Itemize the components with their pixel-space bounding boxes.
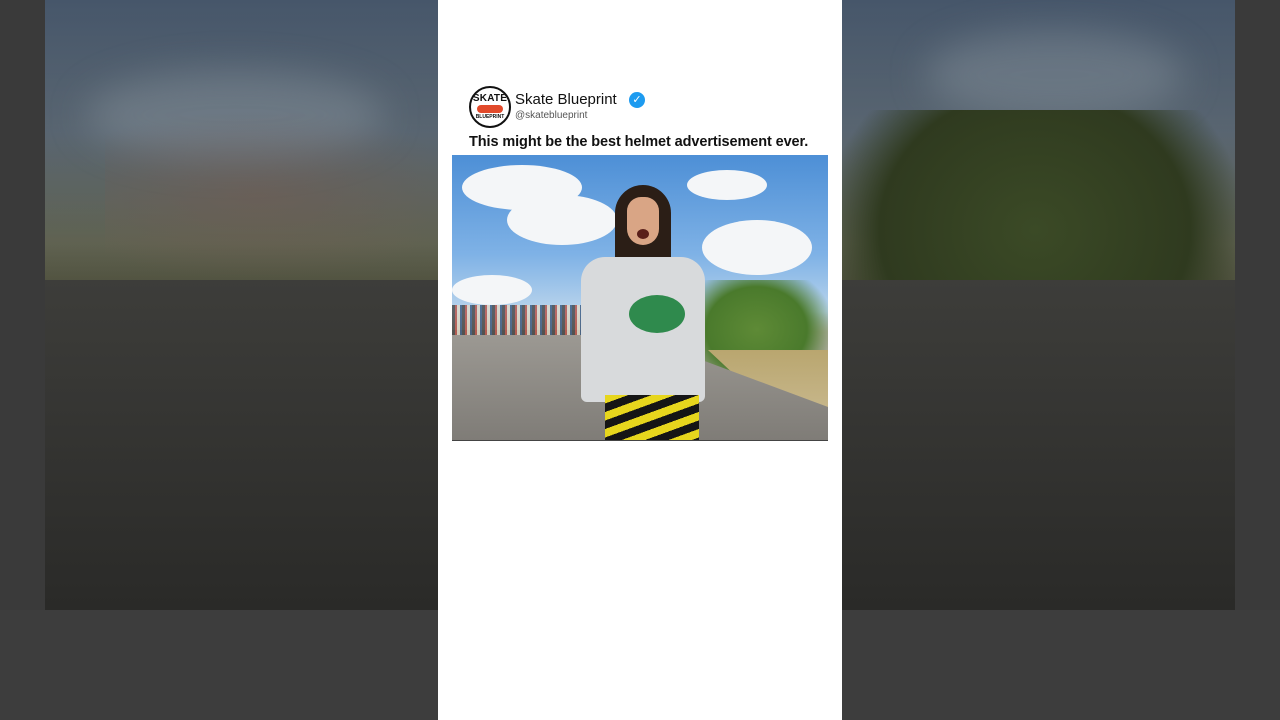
skater-figure (577, 185, 707, 440)
post-card: SKATE BLUEPRINT Skate Blueprint ✓ @skate… (438, 0, 842, 720)
post-header: SKATE BLUEPRINT Skate Blueprint ✓ @skate… (469, 86, 769, 130)
post-text: This might be the best helmet advertisem… (469, 134, 809, 150)
verified-checkmark-icon: ✓ (629, 92, 645, 108)
avatar-text-top: SKATE (472, 93, 508, 104)
avatar-text-bottom: BLUEPRINT (475, 114, 505, 120)
display-name[interactable]: Skate Blueprint (515, 91, 617, 108)
user-handle[interactable]: @skateblueprint (515, 110, 587, 121)
skateboard-icon (477, 105, 503, 113)
video-frame[interactable] (452, 155, 828, 441)
avatar[interactable]: SKATE BLUEPRINT (469, 86, 511, 128)
